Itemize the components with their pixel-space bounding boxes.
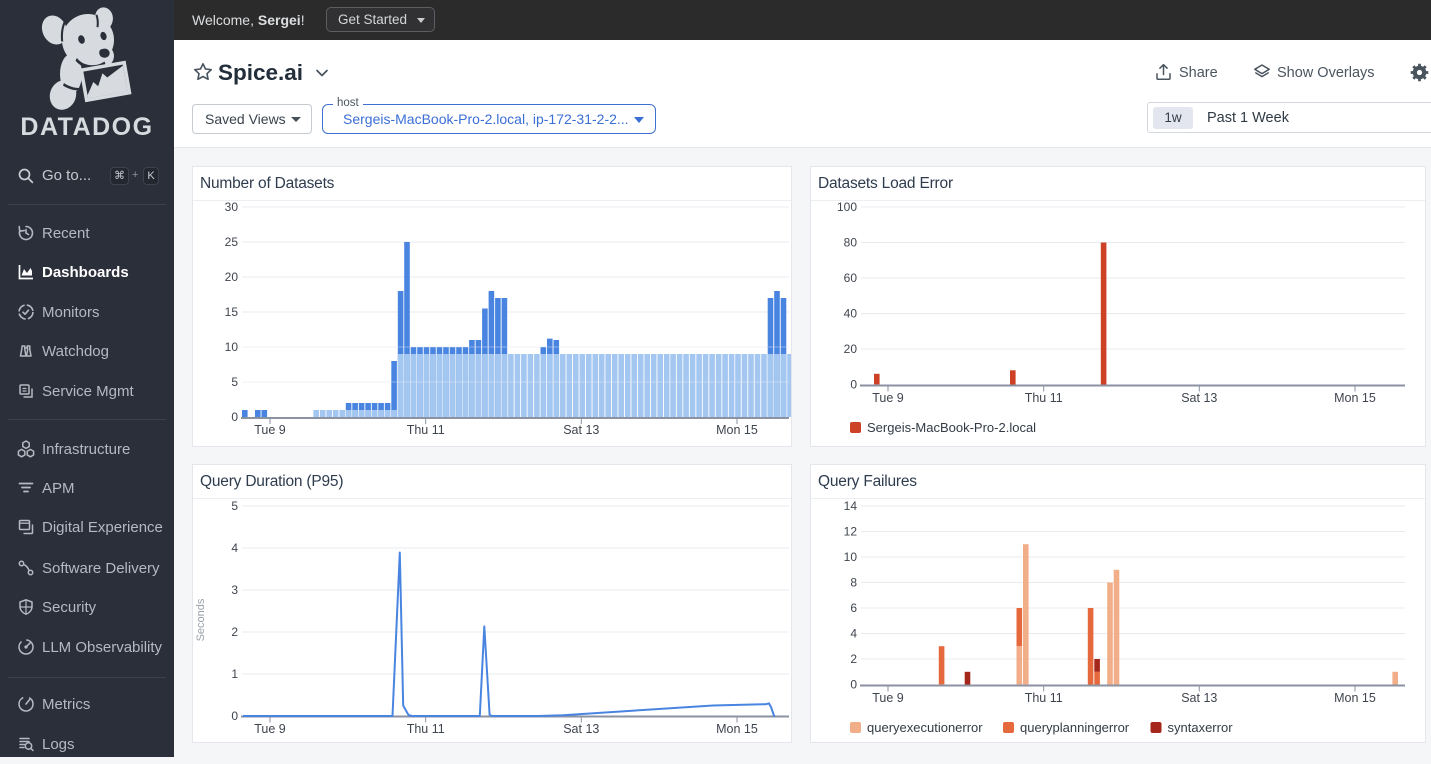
svg-text:0: 0 xyxy=(231,410,238,424)
svg-text:Mon 15: Mon 15 xyxy=(1334,691,1376,705)
svg-text:80: 80 xyxy=(844,236,858,250)
svg-text:3: 3 xyxy=(231,583,238,597)
svg-text:20: 20 xyxy=(225,270,239,284)
svg-text:60: 60 xyxy=(844,271,858,285)
svg-text:1: 1 xyxy=(231,667,238,681)
svg-text:20: 20 xyxy=(844,342,858,356)
svg-text:Mon 15: Mon 15 xyxy=(1334,391,1376,405)
svg-text:Tue 9: Tue 9 xyxy=(254,423,286,437)
svg-text:30: 30 xyxy=(225,201,239,214)
svg-text:0: 0 xyxy=(231,709,238,723)
svg-text:5: 5 xyxy=(231,375,238,389)
svg-text:8: 8 xyxy=(850,576,857,590)
svg-text:40: 40 xyxy=(844,307,858,321)
svg-text:Mon 15: Mon 15 xyxy=(716,423,758,437)
svg-text:Tue 9: Tue 9 xyxy=(872,691,904,705)
svg-text:queryexecutionerror: queryexecutionerror xyxy=(867,720,983,735)
svg-text:15: 15 xyxy=(225,305,239,319)
svg-text:syntaxerror: syntaxerror xyxy=(1168,720,1234,735)
svg-text:0: 0 xyxy=(850,378,857,392)
svg-text:14: 14 xyxy=(844,499,858,513)
svg-text:Mon 15: Mon 15 xyxy=(716,722,758,736)
svg-text:Thu 11: Thu 11 xyxy=(407,722,445,736)
svg-text:6: 6 xyxy=(850,601,857,615)
svg-text:4: 4 xyxy=(850,627,857,641)
svg-text:5: 5 xyxy=(231,499,238,513)
svg-text:Seconds: Seconds xyxy=(195,598,207,641)
svg-text:queryplanningerror: queryplanningerror xyxy=(1020,720,1130,735)
svg-text:Sat 13: Sat 13 xyxy=(563,423,599,437)
svg-text:Sergeis-MacBook-Pro-2.local: Sergeis-MacBook-Pro-2.local xyxy=(867,420,1036,435)
svg-text:100: 100 xyxy=(837,201,857,214)
svg-text:Sat 13: Sat 13 xyxy=(563,722,599,736)
svg-text:Thu 11: Thu 11 xyxy=(1025,691,1063,705)
svg-text:Sat 13: Sat 13 xyxy=(1181,391,1217,405)
svg-text:2: 2 xyxy=(231,625,238,639)
svg-text:10: 10 xyxy=(844,550,858,564)
svg-text:12: 12 xyxy=(844,525,858,539)
svg-text:2: 2 xyxy=(850,652,857,666)
svg-text:10: 10 xyxy=(225,340,239,354)
svg-text:25: 25 xyxy=(225,235,239,249)
svg-text:Thu 11: Thu 11 xyxy=(407,423,445,437)
svg-text:Tue 9: Tue 9 xyxy=(872,391,904,405)
svg-text:Tue 9: Tue 9 xyxy=(254,722,286,736)
svg-text:4: 4 xyxy=(231,541,238,555)
svg-text:Thu 11: Thu 11 xyxy=(1025,391,1063,405)
svg-text:Sat 13: Sat 13 xyxy=(1181,691,1217,705)
svg-text:0: 0 xyxy=(850,678,857,692)
